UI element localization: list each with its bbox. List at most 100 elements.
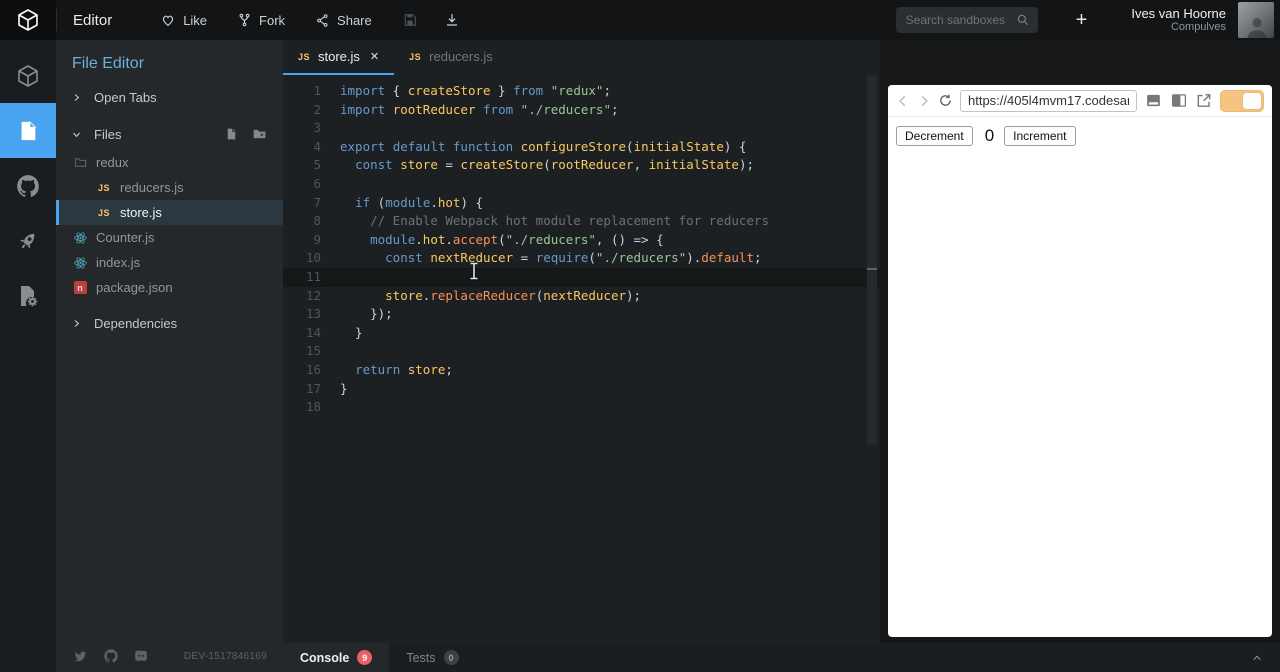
code-text: } xyxy=(321,324,363,343)
code-line-18[interactable]: 18 xyxy=(283,398,880,417)
like-button[interactable]: Like xyxy=(160,12,207,28)
rail-item-project-info[interactable] xyxy=(0,48,56,103)
browser-preview: Decrement 0 Increment xyxy=(888,85,1272,637)
share-button[interactable]: Share xyxy=(315,13,372,28)
code-line-1[interactable]: 1import { createStore } from "redux"; xyxy=(283,82,880,101)
react-icon xyxy=(73,231,88,245)
chevron-right-icon xyxy=(72,93,81,102)
tree-item-label: Counter.js xyxy=(96,230,155,245)
tree-item-reducers-js[interactable]: JSreducers.js xyxy=(56,175,283,200)
code-editor[interactable]: 1import { createStore } from "redux";2im… xyxy=(283,75,880,417)
new-folder-icon[interactable] xyxy=(252,127,267,141)
new-file-icon[interactable] xyxy=(225,127,238,141)
tree-item-label: reducers.js xyxy=(120,180,184,195)
tree-item-package-json[interactable]: npackage.json xyxy=(56,275,283,300)
code-line-12[interactable]: 12 store.replaceReducer(nextReducer); xyxy=(283,287,880,306)
code-text: const nextReducer = require("./reducers"… xyxy=(321,249,762,268)
console-badge: 9 xyxy=(357,650,372,665)
code-line-17[interactable]: 17} xyxy=(283,380,880,399)
expand-console-button[interactable] xyxy=(1234,643,1280,672)
code-line-8[interactable]: 8 // Enable Webpack hot module replaceme… xyxy=(283,212,880,231)
npm-icon: n xyxy=(74,281,87,294)
hot-reload-toggle[interactable] xyxy=(1220,90,1264,112)
line-number: 17 xyxy=(283,380,321,399)
js-icon: JS xyxy=(409,52,421,62)
section-label: Dependencies xyxy=(94,316,177,331)
open-in-new-window-icon[interactable] xyxy=(1195,92,1213,109)
close-tab-icon[interactable]: ✕ xyxy=(370,50,379,63)
counter-value: 0 xyxy=(985,126,994,146)
code-text: } xyxy=(321,380,348,399)
code-text: store.replaceReducer(nextReducer); xyxy=(321,287,641,306)
code-line-2[interactable]: 2import rootReducer from "./reducers"; xyxy=(283,101,880,120)
new-sandbox-button[interactable]: + xyxy=(1076,10,1088,30)
overview-ruler[interactable] xyxy=(867,75,877,445)
editor-tab-reducers-js[interactable]: JSreducers.js xyxy=(394,40,508,75)
decrement-button[interactable]: Decrement xyxy=(896,126,973,146)
rail-item-server-config[interactable] xyxy=(0,268,56,323)
rail-item-github[interactable] xyxy=(0,158,56,213)
url-input[interactable] xyxy=(960,90,1137,112)
code-line-15[interactable]: 15 xyxy=(283,342,880,361)
tree-item-Counter-js[interactable]: Counter.js xyxy=(56,225,283,250)
code-line-11[interactable]: 11 xyxy=(283,268,880,287)
editor-tab-bar: JS store.js ✕ JSreducers.js xyxy=(283,40,880,75)
rocket-icon xyxy=(16,229,40,253)
save-button[interactable] xyxy=(402,12,418,28)
sidebar-title: File Editor xyxy=(56,40,283,83)
github-icon xyxy=(15,173,41,199)
github-icon[interactable] xyxy=(103,648,119,664)
editor-tab-store-js[interactable]: JSstore.js✕ xyxy=(283,40,394,75)
line-number: 1 xyxy=(283,82,321,101)
section-open-tabs[interactable]: Open Tabs xyxy=(56,83,283,111)
tests-tab[interactable]: Tests 0 xyxy=(389,643,475,672)
code-text: }); xyxy=(321,305,393,324)
code-line-16[interactable]: 16 return store; xyxy=(283,361,880,380)
code-line-9[interactable]: 9 module.hot.accept("./reducers", () => … xyxy=(283,231,880,250)
console-panel-icon[interactable] xyxy=(1144,92,1163,109)
console-tab[interactable]: Console 9 xyxy=(283,643,389,672)
split-view-icon[interactable] xyxy=(1170,92,1188,109)
tree-item-label: index.js xyxy=(96,255,140,270)
user-name: Ives van Hoorne xyxy=(1131,6,1226,21)
export-button[interactable] xyxy=(444,12,460,28)
back-icon[interactable] xyxy=(896,94,910,108)
code-line-3[interactable]: 3 xyxy=(283,119,880,138)
code-text xyxy=(321,119,348,138)
tree-item-icon xyxy=(72,256,88,270)
code-line-4[interactable]: 4export default function configureStore(… xyxy=(283,138,880,157)
tree-item-index-js[interactable]: index.js xyxy=(56,250,283,275)
discord-icon[interactable] xyxy=(133,649,149,663)
codesandbox-logo[interactable] xyxy=(0,0,56,40)
chevron-up-icon xyxy=(1250,653,1264,663)
code-line-10[interactable]: 10 const nextReducer = require("./reduce… xyxy=(283,249,880,268)
tree-item-icon: JS xyxy=(96,208,112,218)
code-text: export default function configureStore(i… xyxy=(321,138,746,157)
code-line-7[interactable]: 7 if (module.hot) { xyxy=(283,194,880,213)
rail-item-deployment[interactable] xyxy=(0,213,56,268)
tree-item-redux[interactable]: redux xyxy=(56,150,283,175)
share-icon xyxy=(315,13,330,28)
section-files[interactable]: Files xyxy=(56,120,283,148)
tab-label: store.js xyxy=(318,49,360,64)
code-line-14[interactable]: 14 } xyxy=(283,324,880,343)
forward-icon[interactable] xyxy=(917,94,931,108)
tree-item-store-js[interactable]: JSstore.js xyxy=(56,200,283,225)
code-line-13[interactable]: 13 }); xyxy=(283,305,880,324)
avatar[interactable] xyxy=(1238,2,1274,38)
section-dependencies[interactable]: Dependencies xyxy=(56,309,283,337)
code-text xyxy=(321,268,348,287)
top-bar: Editor Like Fork Share xyxy=(0,0,1280,40)
cube-icon xyxy=(16,64,40,88)
editor-pane: JS store.js ✕ JSreducers.js 1import { creat… xyxy=(283,40,880,643)
fork-button[interactable]: Fork xyxy=(237,12,285,28)
code-line-6[interactable]: 6 xyxy=(283,175,880,194)
user-org: Compulves xyxy=(1131,21,1226,34)
increment-button[interactable]: Increment xyxy=(1004,126,1075,146)
user-block[interactable]: Ives van Hoorne Compulves xyxy=(1131,6,1226,34)
code-line-5[interactable]: 5 const store = createStore(rootReducer,… xyxy=(283,156,880,175)
tests-label: Tests xyxy=(406,651,435,665)
rail-item-file-editor[interactable] xyxy=(0,103,56,158)
twitter-icon[interactable] xyxy=(72,649,89,664)
refresh-icon[interactable] xyxy=(938,93,953,108)
